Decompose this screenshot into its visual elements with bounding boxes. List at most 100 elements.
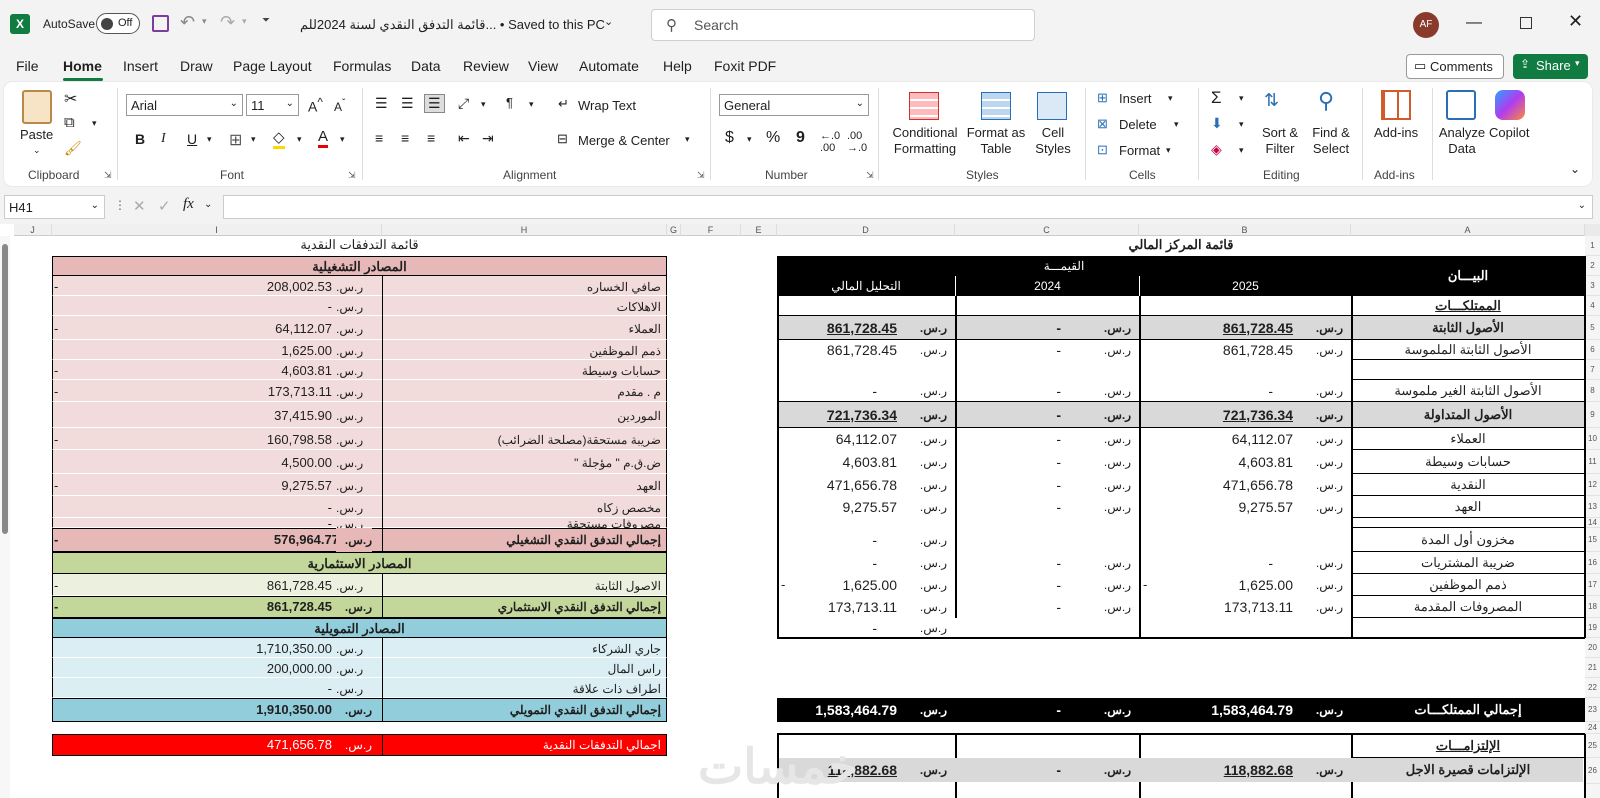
increase-decimal-icon[interactable]: ←.0.00	[820, 130, 840, 154]
row-header-9[interactable]: 9	[1585, 402, 1600, 428]
row-header-20[interactable]: 20	[1585, 638, 1600, 658]
title-chevron-icon[interactable]: ⌄	[604, 15, 613, 28]
number-format-select[interactable]: General ⌄	[719, 94, 869, 116]
font-name-select[interactable]: Arial ⌄	[126, 94, 243, 116]
minimize-icon[interactable]: —	[1466, 14, 1482, 32]
close-icon[interactable]: ✕	[1568, 11, 1583, 32]
ribbon-collapse-icon[interactable]: ⌄	[1570, 162, 1580, 176]
insert-cells-button[interactable]: Insert	[1119, 91, 1152, 106]
conditional-formatting-button[interactable]: Conditional Formatting	[890, 125, 960, 157]
undo-dropdown-icon[interactable]: ▾	[202, 16, 207, 27]
borders-dropdown-icon[interactable]: ▾	[251, 134, 256, 145]
function-chevron-icon[interactable]: ⌄	[204, 199, 212, 210]
row-header-21[interactable]: 21	[1585, 658, 1600, 678]
formula-input[interactable]: ⌄	[223, 195, 1593, 219]
number-launcher-icon[interactable]: ⇲	[866, 170, 874, 181]
row-header-2[interactable]: 2	[1585, 256, 1600, 276]
row-header-8[interactable]: 8	[1585, 380, 1600, 402]
document-title[interactable]: قائمة التدفق النقدي لسنة 2024للم... • Sa…	[300, 17, 605, 33]
paste-icon[interactable]	[22, 90, 52, 124]
row-header-22[interactable]: 22	[1585, 678, 1600, 698]
autosum-icon[interactable]: Σ	[1211, 88, 1222, 108]
autosave-toggle[interactable]: Off	[96, 13, 140, 34]
align-right-icon[interactable]: ≡	[427, 130, 435, 146]
wrap-text-button[interactable]: Wrap Text	[578, 98, 636, 113]
spreadsheet-grid[interactable]: J I H G F E D C B A 1 2 3 4 5 6 7 8 9 10 11 12 13 14 1…	[0, 224, 1600, 798]
format-dropdown-icon[interactable]: ▾	[1166, 145, 1171, 156]
menu-draw[interactable]: Draw	[180, 58, 213, 74]
redo-dropdown-icon[interactable]: ▾	[242, 16, 247, 27]
find-select-button[interactable]: Find & Select	[1306, 125, 1356, 157]
font-launcher-icon[interactable]: ⇲	[348, 170, 356, 181]
currency-dropdown-icon[interactable]: ▾	[747, 134, 752, 145]
row-header-3[interactable]: 3	[1585, 276, 1600, 296]
row-header-19[interactable]: 19	[1585, 618, 1600, 638]
format-cells-button[interactable]: Format	[1119, 143, 1160, 158]
row-header-14[interactable]: 14	[1585, 518, 1600, 528]
row-header-24[interactable]: 24	[1585, 722, 1600, 734]
share-button[interactable]: ⇪ Share ▾	[1513, 54, 1588, 79]
name-box[interactable]: H41 ⌄	[4, 195, 105, 219]
row-header-16[interactable]: 16	[1585, 552, 1600, 574]
insert-dropdown-icon[interactable]: ▾	[1168, 93, 1173, 104]
align-bottom-icon[interactable]: ☰	[424, 94, 445, 113]
orientation-icon[interactable]: ⤢	[458, 95, 469, 112]
delete-cells-button[interactable]: Delete	[1119, 117, 1157, 132]
menu-view[interactable]: View	[528, 58, 558, 74]
copy-dropdown-icon[interactable]: ▾	[92, 118, 97, 129]
format-painter-icon[interactable]: 🖌	[64, 140, 82, 157]
addins-button[interactable]: Add-ins	[1374, 125, 1418, 141]
select-all-corner[interactable]	[1585, 224, 1600, 236]
borders-icon[interactable]: ⊞	[229, 130, 242, 150]
menu-page-layout[interactable]: Page Layout	[233, 58, 312, 74]
row-header-23[interactable]: 23	[1585, 698, 1600, 722]
menu-formulas[interactable]: Formulas	[333, 58, 391, 74]
row-header-12[interactable]: 12	[1585, 474, 1600, 496]
orientation-dropdown-icon[interactable]: ▾	[481, 99, 486, 110]
paste-chevron-icon[interactable]: ⌄	[33, 142, 41, 158]
row-header-15[interactable]: 15	[1585, 528, 1600, 552]
row-header-1[interactable]: 1	[1585, 236, 1600, 256]
cell-styles-button[interactable]: Cell Styles	[1028, 125, 1078, 157]
clear-dropdown-icon[interactable]: ▾	[1239, 145, 1244, 156]
cancel-entry-icon[interactable]: ✕	[133, 197, 146, 215]
fill-color-dropdown-icon[interactable]: ▾	[297, 134, 302, 145]
row-headers[interactable]: 1 2 3 4 5 6 7 8 9 10 11 12 13 14 15 16 17 18 19 20 21 22 23 24 2…	[1585, 236, 1600, 798]
insert-cells-icon[interactable]: ⊞	[1097, 90, 1108, 106]
delete-cells-icon[interactable]: ⊠	[1097, 116, 1108, 132]
fill-icon[interactable]: ⬇	[1211, 115, 1223, 132]
analyze-data-button[interactable]: Analyze Data	[1438, 125, 1486, 157]
merge-dropdown-icon[interactable]: ▾	[685, 134, 690, 145]
menu-insert[interactable]: Insert	[123, 58, 158, 74]
autosum-dropdown-icon[interactable]: ▾	[1239, 93, 1244, 104]
align-left-icon[interactable]: ≡	[375, 130, 383, 146]
clipboard-launcher-icon[interactable]: ⇲	[104, 170, 112, 181]
font-size-select[interactable]: 11 ⌄	[246, 94, 299, 116]
row-header-10[interactable]: 10	[1585, 428, 1600, 450]
merge-center-icon[interactable]: ⊟	[557, 131, 568, 147]
paste-button[interactable]: Paste	[20, 127, 53, 143]
confirm-entry-icon[interactable]: ✓	[158, 197, 171, 215]
decrease-indent-icon[interactable]: ⇤	[458, 130, 470, 147]
format-as-table-button[interactable]: Format as Table	[962, 125, 1030, 157]
row-header-18[interactable]: 18	[1585, 596, 1600, 618]
save-icon[interactable]	[152, 15, 169, 32]
bold-button[interactable]: B	[135, 131, 145, 147]
underline-dropdown-icon[interactable]: ▾	[207, 134, 212, 145]
align-top-icon[interactable]: ☰	[375, 95, 388, 112]
menu-automate[interactable]: Automate	[579, 58, 639, 74]
menu-home[interactable]: Home	[63, 58, 102, 74]
sort-filter-button[interactable]: Sort & Filter	[1256, 125, 1304, 157]
align-center-icon[interactable]: ≡	[401, 130, 409, 146]
menu-review[interactable]: Review	[463, 58, 509, 74]
menu-file[interactable]: File	[16, 58, 39, 74]
font-color-dropdown-icon[interactable]: ▾	[340, 134, 345, 145]
decrease-font-icon[interactable]: Aˇ	[334, 98, 345, 114]
undo-icon[interactable]: ↶	[180, 12, 195, 33]
align-middle-icon[interactable]: ☰	[401, 95, 414, 112]
format-cells-icon[interactable]: ⊡	[1097, 142, 1108, 158]
clear-icon[interactable]: ◈	[1211, 141, 1222, 158]
alignment-launcher-icon[interactable]: ⇲	[697, 170, 705, 181]
increase-indent-icon[interactable]: ⇥	[482, 130, 494, 147]
increase-font-icon[interactable]: A^	[308, 96, 323, 115]
